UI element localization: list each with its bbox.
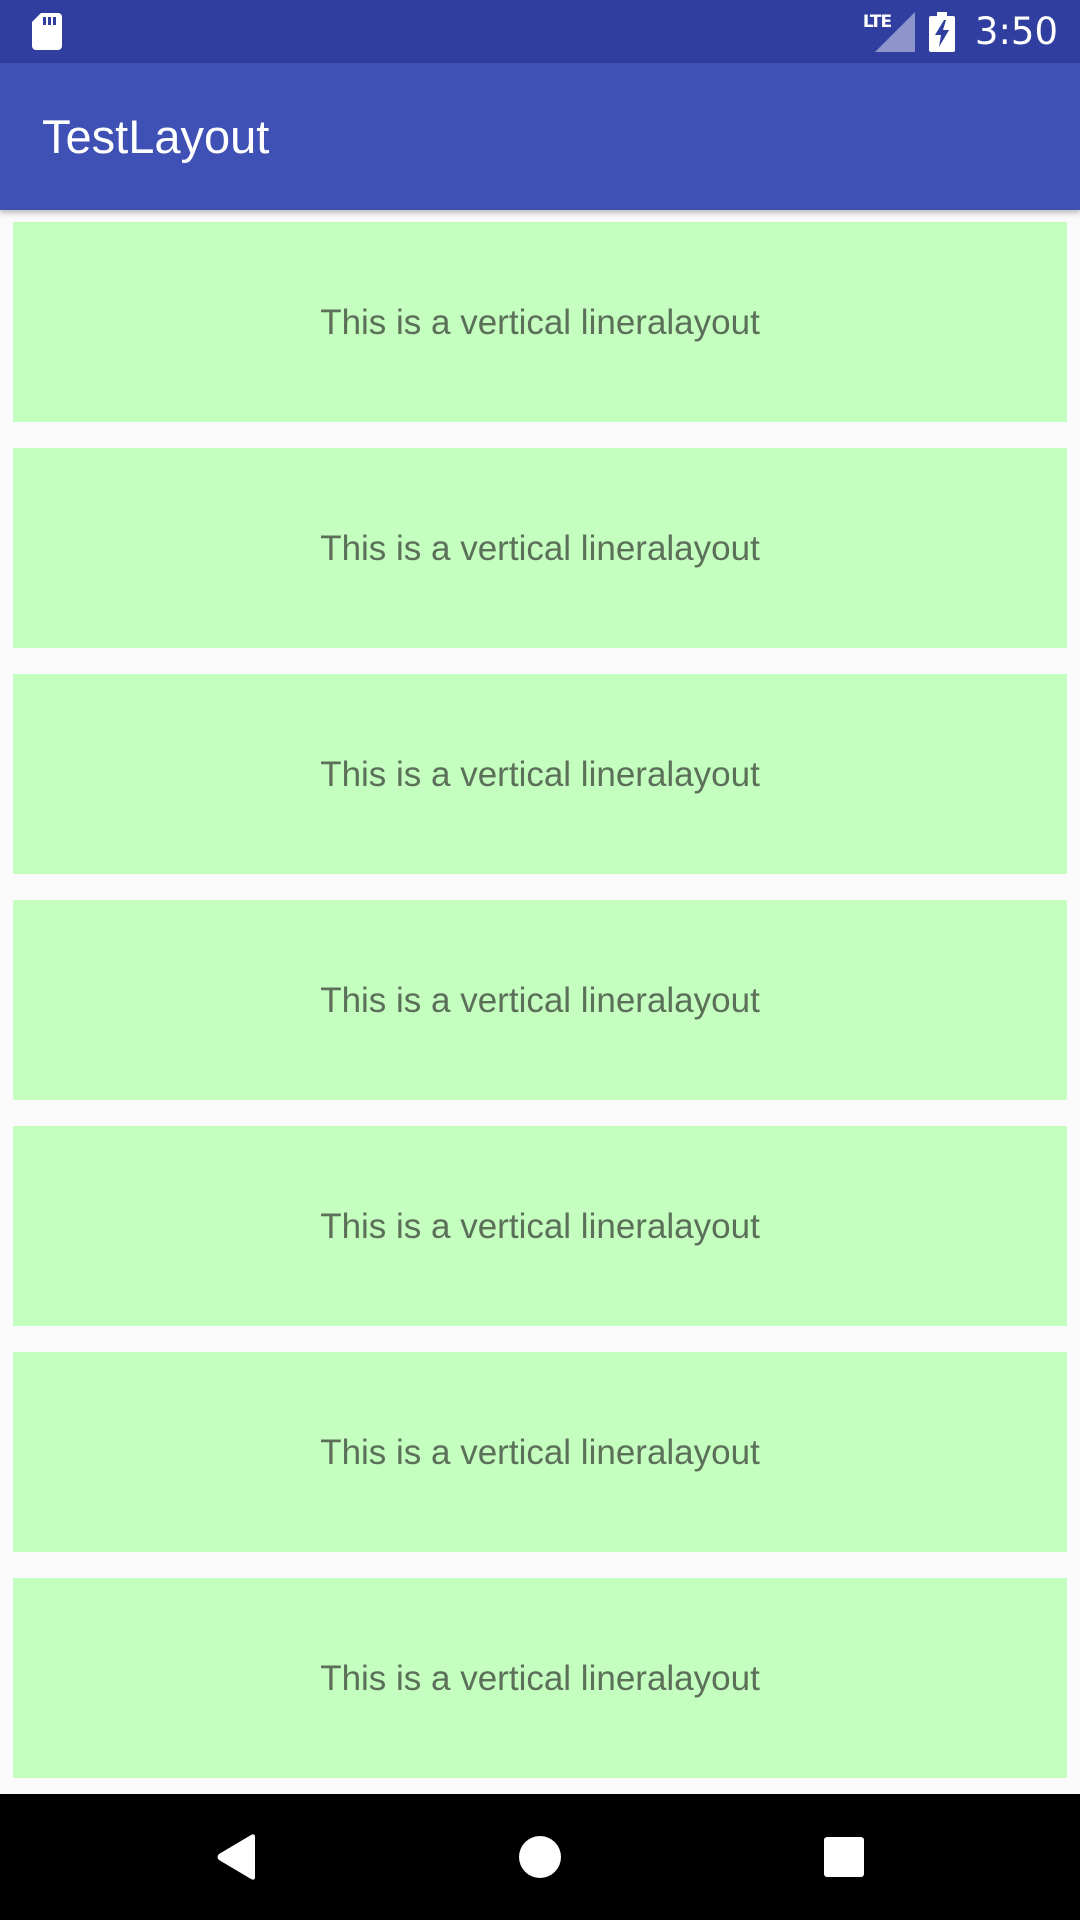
home-icon — [519, 1836, 561, 1878]
list-item-label: This is a vertical lineralayout — [320, 303, 760, 342]
list-item-label: This is a vertical lineralayout — [320, 1659, 760, 1698]
network-indicator: LTE — [863, 11, 915, 52]
back-button[interactable] — [207, 1827, 267, 1887]
sd-card-icon — [32, 13, 62, 50]
list-item-label: This is a vertical lineralayout — [320, 529, 760, 568]
clock: 3:50 — [974, 10, 1058, 53]
list-item-label: This is a vertical lineralayout — [320, 981, 760, 1020]
home-button[interactable] — [510, 1827, 570, 1887]
navigation-bar — [0, 1794, 1080, 1920]
list-item: This is a vertical lineralayout — [13, 448, 1067, 648]
list-item: This is a vertical lineralayout — [13, 674, 1067, 874]
signal-icon — [874, 11, 915, 52]
recents-button[interactable] — [814, 1827, 874, 1887]
list-item: This is a vertical lineralayout — [13, 1352, 1067, 1552]
back-icon — [217, 1834, 255, 1880]
battery-charging-icon — [928, 11, 955, 52]
list-item-label: This is a vertical lineralayout — [320, 1433, 760, 1472]
list-item: This is a vertical lineralayout — [13, 900, 1067, 1100]
linear-layout-list[interactable]: This is a vertical lineralayout This is … — [0, 210, 1080, 1794]
status-icons: LTE 3:50 — [863, 0, 1058, 63]
app-bar: TestLayout — [0, 63, 1080, 210]
status-bar: LTE 3:50 — [0, 0, 1080, 63]
recents-icon — [824, 1837, 864, 1877]
list-item: This is a vertical lineralayout — [13, 1578, 1067, 1778]
app-title: TestLayout — [42, 110, 270, 163]
list-item-label: This is a vertical lineralayout — [320, 1207, 760, 1246]
list-item: This is a vertical lineralayout — [13, 222, 1067, 422]
list-item: This is a vertical lineralayout — [13, 1126, 1067, 1326]
list-item-label: This is a vertical lineralayout — [320, 755, 760, 794]
